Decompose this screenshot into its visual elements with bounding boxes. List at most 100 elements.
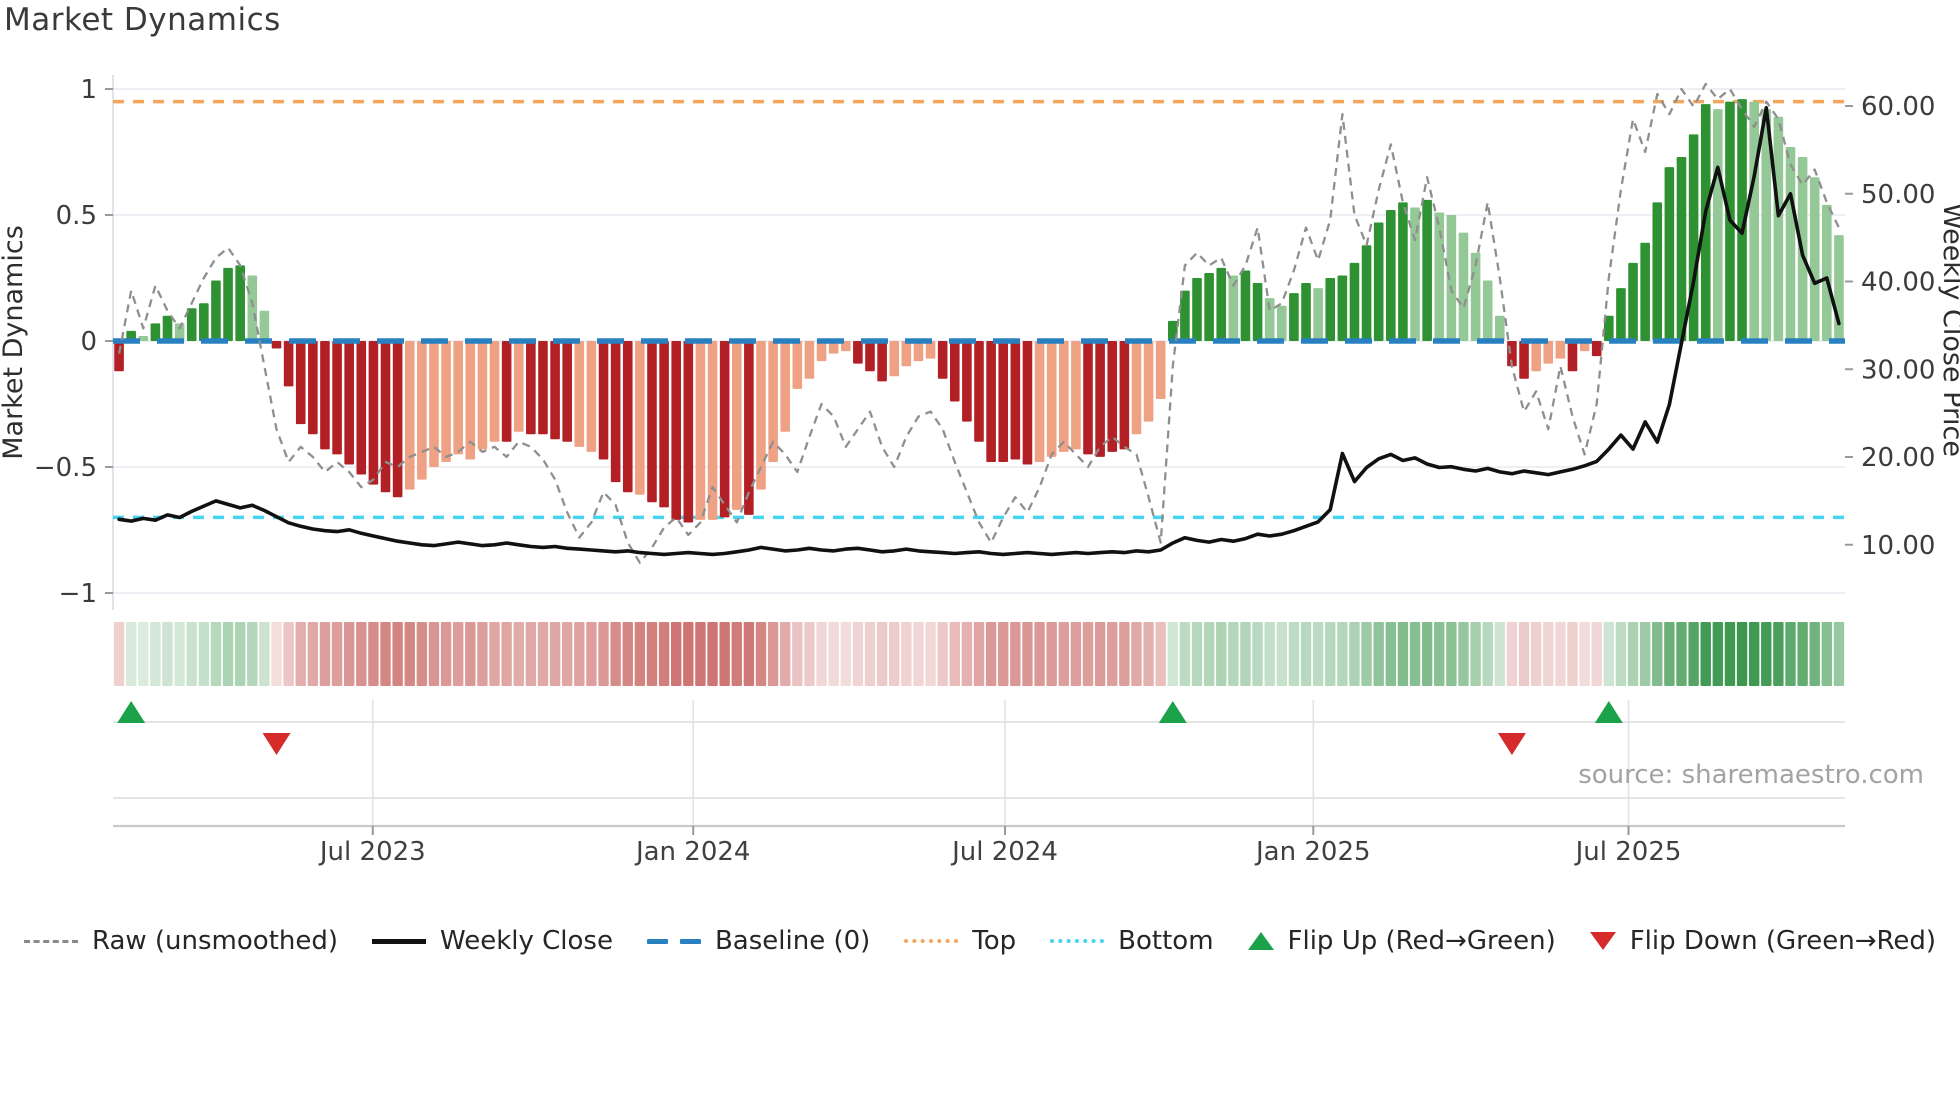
- heatmap-cell: [380, 622, 391, 686]
- oscillator-bar: [1386, 209, 1396, 341]
- oscillator-bar: [986, 341, 996, 462]
- heatmap-cell: [1349, 622, 1360, 686]
- oscillator-bar: [1034, 341, 1045, 462]
- heatmap-cell: [743, 622, 755, 686]
- heatmap-cell: [1119, 622, 1130, 686]
- right-axis: 60.00 50.00 40.00 30.00 20.00 10.00 Weekly Clo…: [1845, 92, 1960, 561]
- heatmap-cell: [840, 622, 851, 686]
- heatmap-cell: [1373, 622, 1384, 686]
- heatmap-cell: [125, 622, 137, 686]
- heatmap-cell: [1276, 622, 1287, 686]
- oscillator-bar: [1616, 288, 1626, 341]
- heatmap-cell: [452, 622, 464, 686]
- svg-text:30.00: 30.00: [1861, 355, 1935, 385]
- heatmap-cell: [283, 622, 294, 686]
- legend-item-flip-down: Flip Down (Green→Red): [1589, 926, 1937, 956]
- oscillator-bar: [562, 341, 572, 442]
- oscillator-bar: [1458, 232, 1469, 341]
- oscillator-bar: [610, 341, 621, 483]
- heatmap-cell: [1409, 622, 1421, 686]
- heatmap-cell: [1591, 622, 1602, 686]
- oscillator-bar: [719, 341, 730, 518]
- heatmap-cell: [356, 622, 367, 686]
- heatmap-cell: [162, 622, 173, 686]
- heatmap-cell: [1300, 622, 1312, 686]
- oscillator-bar: [647, 341, 657, 503]
- oscillator-bar: [1422, 199, 1432, 341]
- heatmap-cell: [1325, 622, 1336, 686]
- heatmap-cell: [1216, 622, 1227, 686]
- heatmap-cell: [1385, 622, 1397, 686]
- heatmap-cell: [1579, 622, 1590, 686]
- oscillator-bar: [259, 310, 270, 341]
- heatmap-cell: [1833, 622, 1845, 686]
- flip-up-marker: [1594, 701, 1623, 723]
- legend-item-baseline: Baseline (0): [646, 926, 870, 956]
- oscillator-bar: [586, 341, 597, 452]
- oscillator-bar: [1204, 272, 1214, 341]
- heatmap-cell: [259, 622, 270, 686]
- oscillator-bar: [1519, 341, 1529, 379]
- heatmap-cell: [222, 622, 234, 686]
- oscillator-bar: [320, 341, 330, 450]
- heatmap-cell: [295, 622, 306, 686]
- svg-text:Jan 2025: Jan 2025: [1254, 837, 1371, 867]
- oscillator-bar: [211, 280, 221, 341]
- heatmap-cell: [719, 622, 730, 686]
- heatmap-cell: [574, 622, 585, 686]
- heatmap-cell: [404, 622, 415, 686]
- raw-line: [117, 82, 1840, 564]
- oscillator-bar: [1107, 341, 1118, 452]
- oscillator-bar: [1095, 341, 1105, 457]
- heatmap-cell: [513, 622, 524, 686]
- heatmap-cell: [1167, 622, 1178, 686]
- heatmap-cell: [416, 622, 428, 686]
- oscillator-bar: [1240, 270, 1251, 341]
- heatmap-cell: [1603, 622, 1615, 686]
- oscillator-bar: [1083, 341, 1093, 455]
- oscillator-bar: [1276, 305, 1287, 341]
- heatmap-cell: [828, 622, 839, 686]
- oscillator-bar: [1058, 341, 1069, 452]
- oscillator-bar: [889, 341, 900, 377]
- heatmap-cell: [525, 622, 537, 686]
- oscillator-bar: [501, 341, 512, 442]
- flip-up-marker: [1158, 701, 1187, 723]
- svg-text:Jan 2024: Jan 2024: [634, 837, 751, 867]
- legend-item-bottom: Bottom: [1050, 926, 1214, 956]
- heatmap-cell: [1022, 622, 1033, 686]
- heatmap-cell: [186, 622, 197, 686]
- oscillator-bar: [404, 341, 415, 490]
- heatmap-cell: [1615, 622, 1627, 686]
- heatmap-cell: [210, 622, 222, 686]
- oscillator-bar: [1398, 202, 1408, 341]
- heatmap-cell: [549, 622, 561, 686]
- dotted-line-swatch: [904, 939, 959, 943]
- oscillator-bar: [247, 275, 258, 341]
- flip-down-marker: [262, 733, 291, 755]
- oscillator-bar: [1192, 278, 1202, 341]
- oscillator-bar: [622, 341, 633, 493]
- heatmap-cell: [1797, 622, 1808, 686]
- oscillator-bar: [962, 341, 972, 422]
- flip-down-marker: [1497, 733, 1526, 755]
- heatmap-cell: [1191, 622, 1203, 686]
- heatmap-cell: [816, 622, 827, 686]
- weekly-close-line: [117, 106, 1841, 557]
- oscillator-bar: [1143, 341, 1154, 422]
- oscillator-bar: [1349, 262, 1360, 341]
- oscillator-bar: [1301, 283, 1311, 341]
- oscillator-bar: [937, 341, 948, 379]
- svg-text:Jul 2023: Jul 2023: [318, 837, 426, 867]
- heatmap-cell: [465, 622, 476, 686]
- legend-label: Flip Down (Green→Red): [1629, 926, 1937, 956]
- heatmap-cell: [1228, 622, 1239, 686]
- oscillator-bar: [671, 341, 682, 520]
- svg-text:0.5: 0.5: [56, 201, 97, 231]
- oscillator-bar: [1216, 267, 1227, 341]
- legend-item-flip-up: Flip Up (Red→Green): [1247, 926, 1556, 956]
- heatmap-cell: [271, 622, 282, 686]
- oscillator-bar: [295, 341, 306, 425]
- oscillator-bar: [1628, 262, 1638, 341]
- legend-label: Flip Up (Red→Green): [1287, 926, 1556, 956]
